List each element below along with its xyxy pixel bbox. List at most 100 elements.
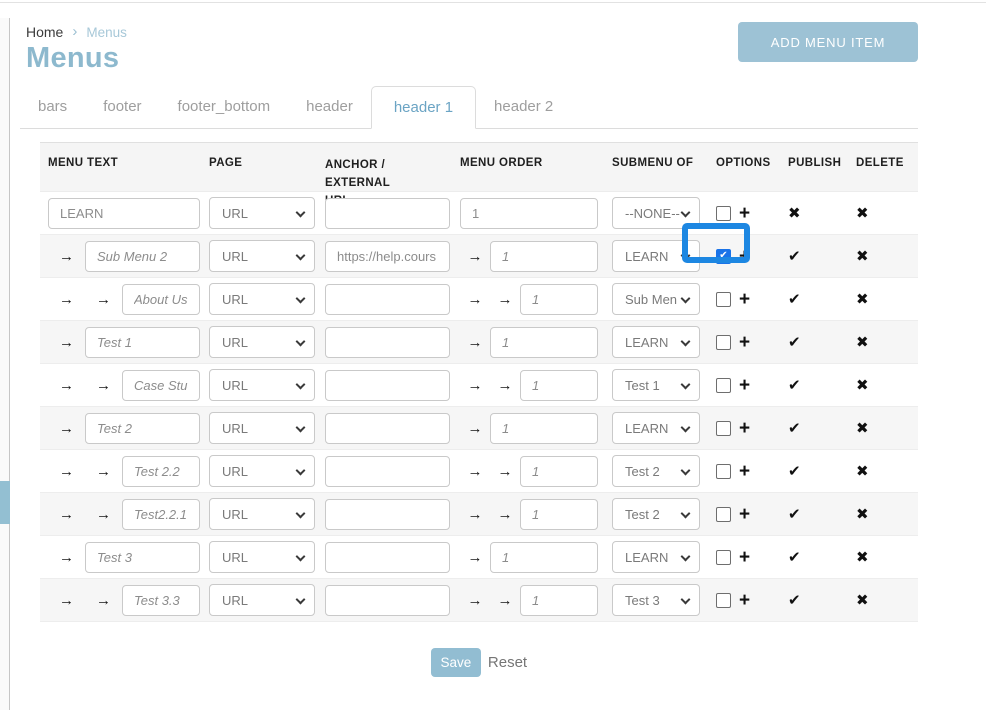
options-cell: + bbox=[716, 419, 772, 438]
table-body: URL--NONE--+✖✖→URL→LEARN✔+✔✖→→URL→→Sub M… bbox=[40, 192, 918, 622]
delete-button[interactable]: ✖ bbox=[856, 463, 869, 480]
add-submenu-button[interactable]: + bbox=[739, 376, 750, 395]
add-menu-item-button[interactable]: ADD MENU ITEM bbox=[738, 22, 918, 62]
tab-header-1[interactable]: header 1 bbox=[371, 86, 476, 129]
breadcrumb-home-link[interactable]: Home bbox=[26, 24, 63, 40]
menu-text-input[interactable] bbox=[85, 241, 200, 272]
save-button[interactable]: Save bbox=[431, 648, 481, 677]
anchor-cell bbox=[325, 327, 450, 358]
anchor-url-input[interactable] bbox=[325, 542, 450, 573]
delete-button[interactable]: ✖ bbox=[856, 549, 869, 566]
options-checkbox[interactable] bbox=[716, 292, 731, 307]
publish-toggle[interactable]: ✔ bbox=[788, 420, 801, 437]
add-submenu-button[interactable]: + bbox=[739, 462, 750, 481]
tab-footer_bottom[interactable]: footer_bottom bbox=[160, 86, 289, 128]
menu-text-input[interactable] bbox=[85, 542, 200, 573]
indent-arrow-icon: → bbox=[48, 463, 85, 480]
delete-button[interactable]: ✖ bbox=[856, 205, 869, 222]
publish-toggle[interactable]: ✔ bbox=[788, 248, 801, 265]
menu-order-input[interactable] bbox=[520, 585, 598, 616]
delete-button[interactable]: ✖ bbox=[856, 592, 869, 609]
options-checkbox[interactable] bbox=[716, 550, 731, 565]
add-submenu-button[interactable]: + bbox=[739, 591, 750, 610]
menu-order-input[interactable] bbox=[520, 499, 598, 530]
options-checkbox[interactable]: ✔ bbox=[716, 249, 731, 264]
add-submenu-button[interactable]: + bbox=[739, 247, 750, 266]
anchor-url-input[interactable] bbox=[325, 198, 450, 229]
sidebar-scrollbar-thumb[interactable] bbox=[0, 481, 10, 524]
anchor-url-input[interactable] bbox=[325, 241, 450, 272]
menu-text-input[interactable] bbox=[48, 198, 200, 229]
order-indent-arrow-icon: → bbox=[460, 291, 490, 308]
menu-order-cell: →→ bbox=[460, 499, 598, 530]
menu-order-input[interactable] bbox=[520, 456, 598, 487]
add-submenu-button[interactable]: + bbox=[739, 419, 750, 438]
menu-order-input[interactable] bbox=[520, 284, 598, 315]
menu-order-input[interactable] bbox=[520, 370, 598, 401]
menu-order-input[interactable] bbox=[490, 327, 598, 358]
menu-order-input[interactable] bbox=[490, 241, 598, 272]
anchor-url-input[interactable] bbox=[325, 370, 450, 401]
options-checkbox[interactable] bbox=[716, 593, 731, 608]
delete-button[interactable]: ✖ bbox=[856, 377, 869, 394]
menu-text-input[interactable] bbox=[122, 456, 200, 487]
menu-text-input[interactable] bbox=[85, 413, 200, 444]
table-header-row: MENU TEXTPAGEANCHOR / EXTERNAL URLMENU O… bbox=[40, 142, 918, 192]
anchor-cell bbox=[325, 370, 450, 401]
menu-text-input[interactable] bbox=[122, 585, 200, 616]
order-indent-arrow-icon: → bbox=[460, 549, 490, 566]
breadcrumb-current-link[interactable]: Menus bbox=[86, 25, 127, 40]
anchor-url-input[interactable] bbox=[325, 499, 450, 530]
add-submenu-button[interactable]: + bbox=[739, 548, 750, 567]
publish-toggle[interactable]: ✔ bbox=[788, 506, 801, 523]
tab-bars[interactable]: bars bbox=[20, 86, 85, 128]
tab-header-2[interactable]: header 2 bbox=[476, 86, 571, 128]
publish-toggle[interactable]: ✔ bbox=[788, 334, 801, 351]
menu-text-input[interactable] bbox=[122, 499, 200, 530]
tab-header[interactable]: header bbox=[288, 86, 371, 128]
delete-button[interactable]: ✖ bbox=[856, 506, 869, 523]
column-header-menu-text: MENU TEXT bbox=[48, 157, 200, 169]
delete-cell: ✖ bbox=[856, 591, 906, 610]
options-checkbox[interactable] bbox=[716, 378, 731, 393]
delete-button[interactable]: ✖ bbox=[856, 248, 869, 265]
publish-toggle[interactable]: ✔ bbox=[788, 291, 801, 308]
tab-footer[interactable]: footer bbox=[85, 86, 159, 128]
delete-button[interactable]: ✖ bbox=[856, 420, 869, 437]
order-indent-arrow-icon: → bbox=[460, 377, 490, 394]
add-submenu-button[interactable]: + bbox=[739, 505, 750, 524]
anchor-url-input[interactable] bbox=[325, 327, 450, 358]
options-cell: + bbox=[716, 591, 772, 610]
menu-order-input[interactable] bbox=[490, 413, 598, 444]
menu-text-input[interactable] bbox=[122, 284, 200, 315]
delete-button[interactable]: ✖ bbox=[856, 334, 869, 351]
reset-button[interactable]: Reset bbox=[488, 654, 527, 671]
options-checkbox[interactable] bbox=[716, 421, 731, 436]
options-checkbox[interactable] bbox=[716, 464, 731, 479]
anchor-url-input[interactable] bbox=[325, 284, 450, 315]
publish-toggle[interactable]: ✔ bbox=[788, 592, 801, 609]
menu-text-cell: → bbox=[48, 413, 200, 444]
publish-toggle[interactable]: ✔ bbox=[788, 463, 801, 480]
options-checkbox[interactable] bbox=[716, 335, 731, 350]
publish-toggle[interactable]: ✔ bbox=[788, 377, 801, 394]
add-submenu-button[interactable]: + bbox=[739, 333, 750, 352]
indent-arrow-icon: → bbox=[48, 420, 85, 437]
anchor-url-input[interactable] bbox=[325, 456, 450, 487]
options-checkbox[interactable] bbox=[716, 206, 731, 221]
menu-text-input[interactable] bbox=[85, 327, 200, 358]
anchor-url-input[interactable] bbox=[325, 413, 450, 444]
publish-toggle[interactable]: ✔ bbox=[788, 549, 801, 566]
indent-arrow-icon: → bbox=[48, 291, 85, 308]
menu-order-input[interactable] bbox=[490, 542, 598, 573]
add-submenu-button[interactable]: + bbox=[739, 204, 750, 223]
anchor-cell bbox=[325, 456, 450, 487]
options-checkbox[interactable] bbox=[716, 507, 731, 522]
menu-text-cell: → bbox=[48, 542, 200, 573]
add-submenu-button[interactable]: + bbox=[739, 290, 750, 309]
anchor-url-input[interactable] bbox=[325, 585, 450, 616]
menu-order-input[interactable] bbox=[460, 198, 598, 229]
menu-text-input[interactable] bbox=[122, 370, 200, 401]
delete-button[interactable]: ✖ bbox=[856, 291, 869, 308]
publish-toggle[interactable]: ✖ bbox=[788, 205, 801, 222]
